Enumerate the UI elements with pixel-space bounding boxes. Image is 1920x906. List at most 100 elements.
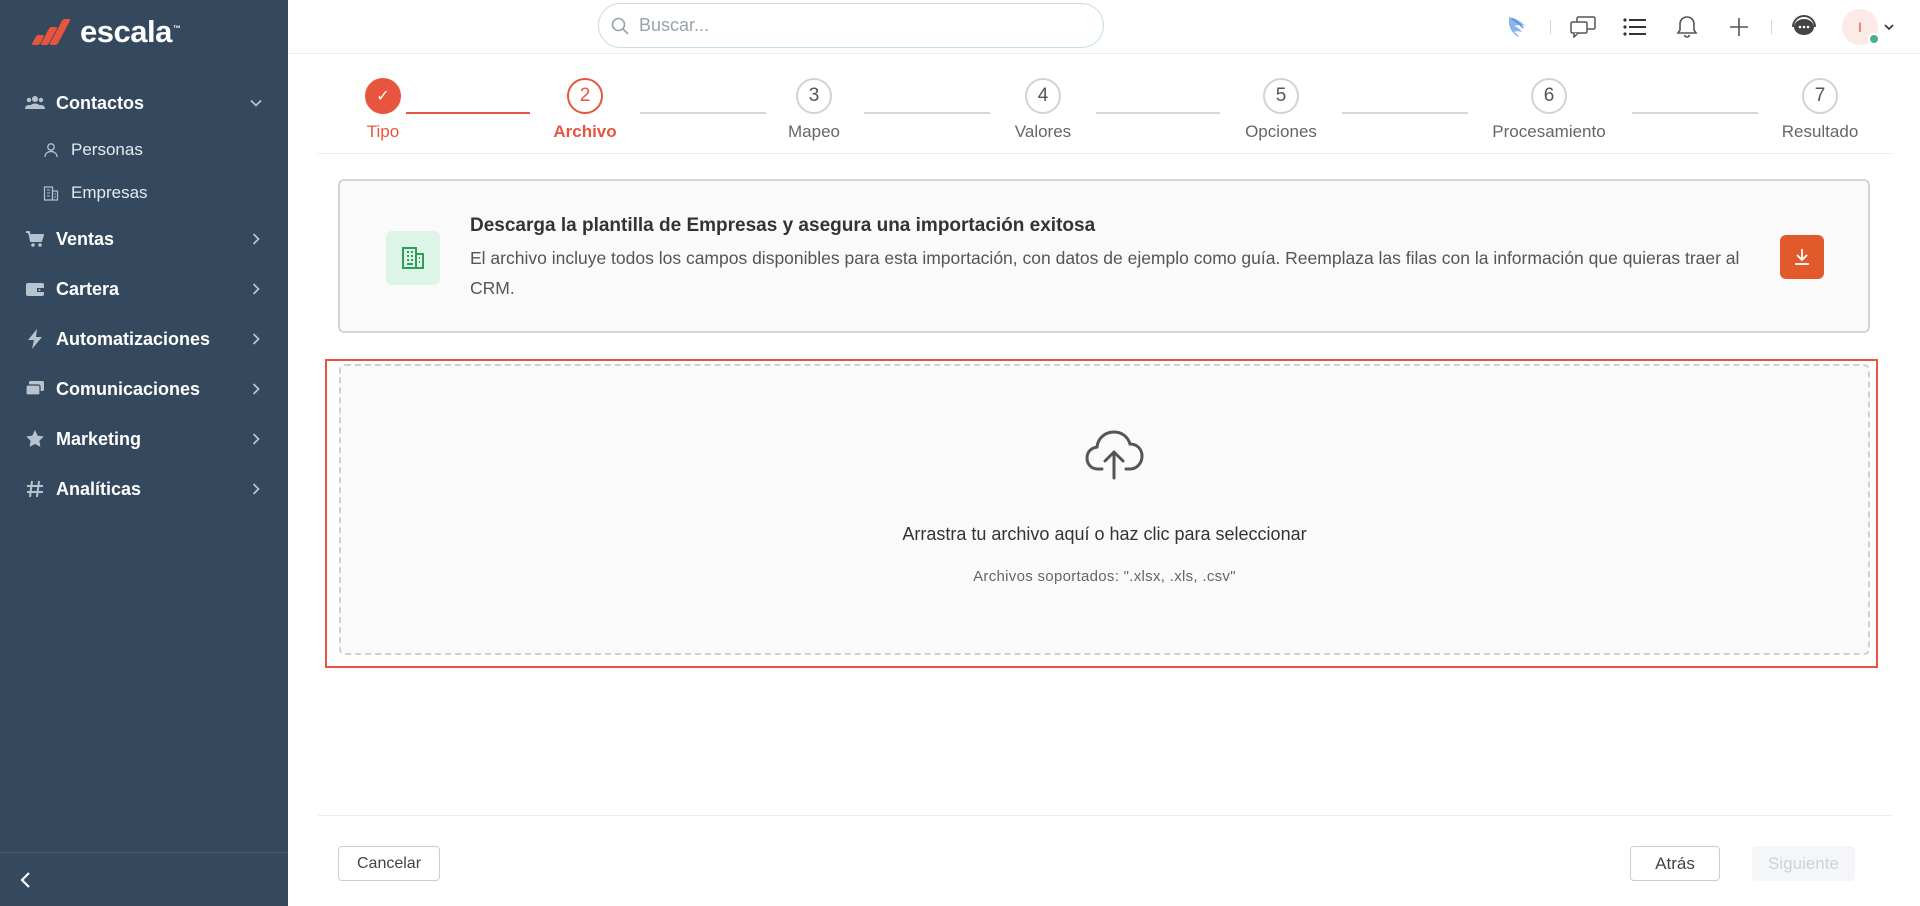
download-template-button[interactable] — [1780, 235, 1824, 279]
sidebar-collapse-bar — [0, 852, 288, 906]
user-menu[interactable]: I — [1842, 9, 1894, 45]
step-connector — [1342, 112, 1468, 114]
template-description: El archivo incluye todos los campos disp… — [470, 248, 1740, 298]
search-box[interactable] — [598, 3, 1104, 48]
sidebar-item-label: Cartera — [56, 278, 120, 299]
step-number: 5 — [1263, 78, 1299, 114]
avatar: I — [1842, 9, 1880, 45]
step-resultado: 7 Resultado — [1755, 78, 1885, 142]
chevron-right-icon — [248, 381, 264, 397]
bolt-icon — [24, 328, 46, 350]
step-connector — [640, 112, 766, 114]
step-label: Opciones — [1245, 122, 1317, 141]
users-icon — [24, 92, 46, 114]
step-connector — [1096, 112, 1220, 114]
avatar-initial: I — [1858, 19, 1862, 35]
next-button[interactable]: Siguiente — [1752, 846, 1855, 881]
dropzone-instruction: Arrastra tu archivo aquí o haz clic para… — [902, 524, 1307, 544]
hash-icon — [24, 478, 46, 500]
divider — [1771, 20, 1772, 34]
brand-logo[interactable]: escala™ — [30, 14, 181, 50]
cart-icon — [24, 228, 46, 250]
wing-logo-icon[interactable] — [1498, 7, 1538, 47]
support-headset-icon[interactable] — [1784, 7, 1824, 47]
step-number: 4 — [1025, 78, 1061, 114]
step-number: 3 — [796, 78, 832, 114]
sidebar-item-ventas[interactable]: Ventas — [0, 214, 288, 264]
sidebar-nav: Contactos Personas Empresas Ventas Carte… — [0, 78, 288, 514]
topbar: I — [288, 0, 1920, 54]
search-input[interactable] — [639, 15, 1079, 36]
step-mapeo: 3 Mapeo — [749, 78, 879, 142]
sidebar-item-contactos[interactable]: Contactos — [0, 78, 288, 128]
bell-icon[interactable] — [1667, 7, 1707, 47]
template-download-card: Descarga la plantilla de Empresas y aseg… — [338, 179, 1870, 333]
star-icon — [24, 428, 46, 450]
chevron-right-icon — [248, 331, 264, 347]
step-label: Procesamiento — [1492, 122, 1606, 141]
sidebar-item-label: Marketing — [56, 428, 142, 449]
step-connector — [864, 112, 990, 114]
step-opciones: 5 Opciones — [1216, 78, 1346, 142]
wallet-icon — [24, 278, 46, 300]
chevron-right-icon — [248, 231, 264, 247]
chevron-right-icon — [248, 481, 264, 497]
sidebar-item-automatizaciones[interactable]: Automatizaciones — [0, 314, 288, 364]
back-button[interactable]: Atrás — [1630, 846, 1720, 881]
list-icon[interactable] — [1615, 7, 1655, 47]
step-connector — [1632, 112, 1758, 114]
step-procesamiento: 6 Procesamiento — [1484, 78, 1614, 142]
sidebar-item-comunicaciones[interactable]: Comunicaciones — [0, 364, 288, 414]
step-valores: 4 Valores — [978, 78, 1108, 142]
online-status-dot — [1868, 33, 1880, 45]
building-icon — [386, 231, 440, 285]
conversations-icon[interactable] — [1563, 7, 1603, 47]
sidebar-item-label: Automatizaciones — [56, 328, 211, 349]
footer-divider — [318, 815, 1892, 816]
chat-icon — [24, 378, 46, 400]
sidebar-item-cartera[interactable]: Cartera — [0, 264, 288, 314]
sidebar-item-marketing[interactable]: Marketing — [0, 414, 288, 464]
topbar-actions: I — [1492, 0, 1920, 54]
step-number: ✓ — [365, 78, 401, 114]
person-icon — [42, 141, 60, 159]
template-title: Descarga la plantilla de Empresas y aseg… — [470, 215, 1096, 236]
sidebar-item-label: Analíticas — [56, 478, 142, 499]
step-tipo[interactable]: ✓ Tipo — [318, 78, 448, 142]
dropzone-highlight: Arrastra tu archivo aquí o haz clic para… — [325, 359, 1878, 668]
cloud-upload-icon — [1084, 429, 1144, 481]
step-label: Archivo — [553, 122, 617, 141]
sidebar-subitem-label: Personas — [71, 139, 143, 159]
dropzone-supported-formats: Archivos soportados: ".xlsx, .xls, .csv" — [973, 568, 1236, 585]
sidebar-subitem-empresas[interactable]: Empresas — [0, 171, 288, 214]
logo-mark-icon — [30, 17, 74, 47]
cancel-button[interactable]: Cancelar — [338, 846, 440, 881]
chevron-down-icon — [1884, 23, 1894, 31]
step-label: Tipo — [366, 122, 400, 141]
sidebar-item-label: Comunicaciones — [56, 378, 201, 399]
brand-name: escala™ — [80, 14, 181, 49]
divider — [1550, 20, 1551, 34]
step-label: Valores — [1014, 122, 1072, 141]
step-label: Mapeo — [788, 122, 840, 141]
step-number: 7 — [1802, 78, 1838, 114]
sidebar: escala™ Contactos Personas Empresas Vent… — [0, 0, 288, 906]
search-icon — [611, 17, 629, 35]
collapse-sidebar-icon[interactable] — [18, 871, 34, 889]
import-stepper: ✓ Tipo 2 Archivo 3 Mapeo 4 Valores 5 Opc… — [318, 54, 1892, 154]
file-dropzone[interactable]: Arrastra tu archivo aquí o haz clic para… — [339, 364, 1870, 655]
step-label: Resultado — [1781, 122, 1859, 141]
step-number: 6 — [1531, 78, 1567, 114]
download-icon — [1792, 247, 1812, 267]
sidebar-subitem-personas[interactable]: Personas — [0, 128, 288, 171]
chevron-down-icon — [248, 95, 264, 111]
sidebar-item-label: Ventas — [56, 228, 115, 249]
add-icon[interactable] — [1719, 7, 1759, 47]
building-icon — [42, 184, 60, 202]
sidebar-subitem-label: Empresas — [71, 182, 148, 202]
step-number: 2 — [567, 78, 603, 114]
chevron-right-icon — [248, 431, 264, 447]
step-archivo[interactable]: 2 Archivo — [520, 78, 650, 142]
sidebar-item-label: Contactos — [56, 92, 145, 113]
sidebar-item-analiticas[interactable]: Analíticas — [0, 464, 288, 514]
